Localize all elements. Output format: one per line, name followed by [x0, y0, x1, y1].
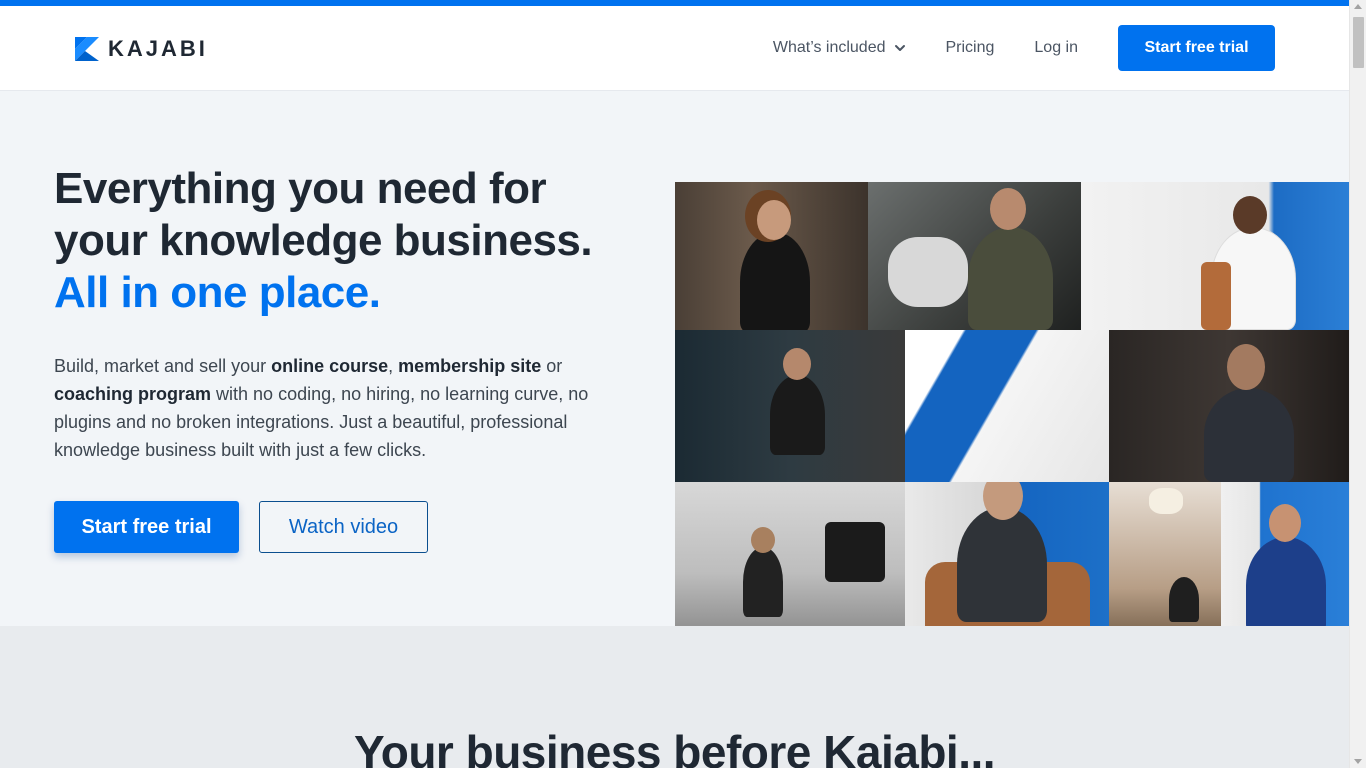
nav-whats-included[interactable]: What’s included: [773, 25, 906, 71]
photo-man-dark-room: [1109, 330, 1349, 482]
photo-office-chandelier: [1109, 482, 1221, 634]
photo-man-motorcycle: [868, 182, 1081, 330]
hero-desc-text-1: Build, market and sell your: [54, 356, 272, 376]
watch-video-button[interactable]: Watch video: [259, 501, 428, 553]
hero-desc-bold-online-course: online course: [271, 356, 389, 376]
hero-content: Everything you need for your knowledge b…: [54, 163, 644, 553]
scrollbar-thumb[interactable]: [1353, 17, 1364, 68]
hero-section: Everything you need for your knowledge b…: [0, 91, 1349, 717]
hero-buttons: Start free trial Watch video: [54, 501, 428, 553]
nav-login[interactable]: Log in: [1034, 25, 1078, 71]
nav-whats-included-label: What’s included: [772, 39, 886, 56]
chevron-down-icon: [894, 45, 905, 51]
photo-man-chair-blue-wall: [1081, 182, 1349, 330]
scroll-up-arrow-icon[interactable]: [1354, 4, 1362, 9]
page-scrollbar[interactable]: [1349, 0, 1366, 768]
scroll-down-arrow-icon[interactable]: [1354, 759, 1362, 764]
header-start-trial-button[interactable]: Start free trial: [1118, 25, 1275, 71]
hero-headline-line2: your knowledge business.: [54, 216, 593, 265]
hero-desc-text-2: ,: [388, 356, 399, 376]
before-kajabi-section: Your business before Kajabi...: [0, 626, 1349, 768]
kajabi-logo[interactable]: KAJABI: [75, 37, 208, 61]
hero-desc-text-3: or: [541, 356, 563, 376]
photo-woman-wood-wall: [675, 182, 868, 330]
site-header: KAJABI What’s included Pricing Log in St…: [0, 6, 1349, 91]
photo-woman-filming-studio: [675, 482, 905, 634]
before-kajabi-heading: Your business before Kajabi...: [353, 726, 996, 768]
hero-start-trial-button[interactable]: Start free trial: [54, 501, 239, 553]
main-nav: What’s included Pricing Log in Start fre…: [773, 25, 1275, 71]
nav-pricing[interactable]: Pricing: [946, 25, 995, 71]
photo-man-armchair: [905, 482, 1109, 634]
kajabi-logo-icon: [75, 37, 99, 61]
brand-wordmark: KAJABI: [108, 36, 208, 61]
photo-man-blue-shirt: [1221, 482, 1349, 634]
hero-headline-line1: Everything you need for: [54, 164, 547, 213]
hero-description: Build, market and sell your online cours…: [54, 352, 644, 464]
photo-blue-white-wall: [905, 330, 1109, 482]
photo-woman-gym: [675, 330, 905, 482]
hero-headline: Everything you need for your knowledge b…: [54, 163, 644, 319]
hero-desc-bold-membership-site: membership site: [398, 356, 542, 376]
hero-headline-accent: All in one place.: [54, 268, 381, 317]
hero-desc-bold-coaching-program: coaching program: [54, 384, 212, 404]
